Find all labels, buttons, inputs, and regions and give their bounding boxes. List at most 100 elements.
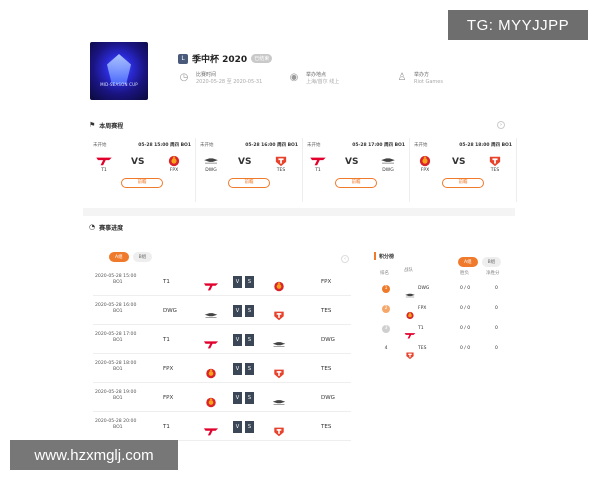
match-bo: BO1 — [113, 309, 123, 314]
record: 0 / 0 — [460, 286, 471, 291]
vs-box: V — [233, 334, 242, 346]
match-bo: BO1 — [113, 367, 123, 372]
info-value: 2020-05-28 至 2020-05-31 — [196, 79, 263, 85]
team-logo-icon — [272, 152, 290, 167]
match-row[interactable]: 2020-05-28 18:00 BO1 FPX V S TES — [93, 357, 351, 383]
next-arrow-icon[interactable]: › — [497, 121, 505, 129]
score-box: S — [245, 421, 254, 433]
team-logo-icon — [271, 277, 287, 292]
team1-name: DWG — [205, 168, 217, 173]
vs-box: V — [233, 392, 242, 404]
info-label: 举办方 — [414, 72, 430, 78]
standings-title: 积分榜 — [379, 253, 395, 260]
accent-bar — [374, 252, 376, 260]
preview-button[interactable]: 前瞻 — [121, 178, 163, 188]
user-icon: ♙ — [397, 72, 407, 83]
team-logo-icon — [271, 364, 287, 379]
match-row[interactable]: 2020-05-28 15:00 BO1 T1 V S FPX — [93, 270, 351, 296]
tab-group-b[interactable]: B组 — [132, 252, 153, 262]
schedule-title: 本周赛程 — [99, 122, 124, 130]
match-card[interactable]: 未开始 05-28 15:00 周四 BO1 VS T1 FPX 前瞻 — [89, 138, 196, 202]
team2-name: TES — [321, 308, 332, 314]
team-logo-icon — [271, 422, 287, 437]
team-name: DWG — [418, 286, 430, 291]
team-logo-icon — [203, 335, 219, 349]
match-time: 05-28 17:00 周四 BO1 — [352, 143, 405, 148]
team2-name: TES — [490, 168, 500, 173]
match-bo: BO1 — [113, 338, 123, 343]
team-logo-icon — [379, 152, 397, 164]
match-datetime: 2020-05-28 15:00 BO1 — [95, 274, 145, 286]
team2-name: DWG — [382, 168, 394, 173]
standings-header: 积分榜 — [374, 252, 394, 260]
page: TG: MYYJJPP MID-SEASON CUP L 季中杯 2020 已结… — [0, 0, 600, 480]
vs-label: VS — [345, 157, 359, 167]
preview-button[interactable]: 前瞻 — [228, 178, 270, 188]
team1-name: FPX — [420, 168, 430, 173]
match-row[interactable]: 2020-05-28 16:00 BO1 DWG V S TES — [93, 299, 351, 325]
weekly-schedule: ⚑ 本周赛程 › 未开始 05-28 15:00 周四 BO1 VS T1 FPX 前瞻未… — [83, 116, 517, 208]
info-time: ◷ 比赛时间 2020-05-28 至 2020-05-31 — [178, 72, 263, 86]
tab-group-a[interactable]: A组 — [109, 252, 129, 262]
preview-button[interactable]: 前瞻 — [335, 178, 377, 188]
preview-button[interactable]: 前瞻 — [442, 178, 484, 188]
team1-name: T1 — [163, 424, 170, 430]
score-box: S — [245, 276, 254, 288]
vs-box: V — [233, 363, 242, 375]
match-row[interactable]: 2020-05-28 19:00 BO1 FPX V S DWG — [93, 386, 351, 412]
tab-group-a[interactable]: A组 — [458, 257, 478, 267]
match-row[interactable]: 2020-05-28 17:00 BO1 T1 V S DWG — [93, 328, 351, 354]
score-box: S — [245, 305, 254, 317]
vs-box: V — [233, 421, 242, 433]
rank-badge: 2 — [382, 305, 390, 313]
rank-badge: 1 — [382, 285, 390, 293]
record: 0 / 0 — [460, 346, 471, 351]
match-time: 05-28 15:00 周四 BO1 — [138, 143, 191, 148]
tab-group-b[interactable]: B组 — [481, 257, 502, 267]
team2-name: TES — [321, 424, 332, 430]
team-logo-icon — [416, 152, 434, 167]
col-rank: 排名 — [380, 271, 389, 276]
team-logo-icon — [404, 305, 416, 320]
tournament-logo: MID-SEASON CUP — [90, 42, 148, 100]
team-logo-icon — [202, 152, 220, 164]
score-box: S — [245, 392, 254, 404]
team-logo-icon — [309, 152, 327, 166]
standings-tabs: A组 B组 — [458, 257, 502, 267]
match-datetime: 2020-05-28 18:00 BO1 — [95, 361, 145, 373]
vs-label: VS — [131, 157, 145, 167]
match-status: 未开始 — [307, 143, 321, 148]
score-box: S — [245, 363, 254, 375]
team-logo-icon — [95, 152, 113, 166]
rank-badge: 3 — [382, 325, 390, 333]
match-card[interactable]: 未开始 05-28 16:00 周四 BO1 VS DWG TES 前瞻 — [196, 138, 303, 202]
info-label: 比赛时间 — [196, 72, 217, 78]
match-card[interactable]: 未开始 05-28 17:00 周四 BO1 VS T1 DWG 前瞻 — [303, 138, 410, 202]
team-logo-icon — [271, 306, 287, 321]
team-logo-icon — [203, 364, 219, 379]
match-card[interactable]: 未开始 05-28 18:00 周四 BO1 VS FPX TES 前瞻 — [410, 138, 517, 202]
score-box: S — [245, 334, 254, 346]
team-logo-icon — [203, 277, 219, 291]
vs-box: V — [233, 305, 242, 317]
team2-name: TES — [321, 366, 332, 372]
team1-name: DWG — [163, 308, 177, 314]
net-score: 0 — [495, 306, 498, 311]
vs-label: VS — [238, 157, 252, 167]
title-row: L 季中杯 2020 已结束 — [178, 52, 273, 65]
standings-row: 4 TES 0 / 0 0 — [372, 340, 512, 360]
match-status: 未开始 — [200, 143, 214, 148]
standings-row: 1 DWG 0 / 0 0 — [372, 280, 512, 300]
match-datetime: 2020-05-28 16:00 BO1 — [95, 303, 145, 315]
prev-arrow-icon[interactable]: ‹ — [341, 255, 349, 263]
progress-tabs: A组 B组 — [109, 252, 153, 262]
team2-name: FPX — [169, 168, 179, 173]
flag-icon: ⚑ — [89, 121, 96, 129]
info-value: Riot Games — [414, 79, 443, 85]
match-row[interactable]: 2020-05-28 20:00 BO1 T1 V S TES — [93, 415, 351, 441]
team1-name: FPX — [163, 366, 174, 372]
col-diff: 净胜分 — [486, 271, 500, 276]
info-value: 上海/首尔 线上 — [306, 79, 340, 85]
team2-name: DWG — [321, 395, 335, 401]
section-divider — [83, 208, 515, 216]
